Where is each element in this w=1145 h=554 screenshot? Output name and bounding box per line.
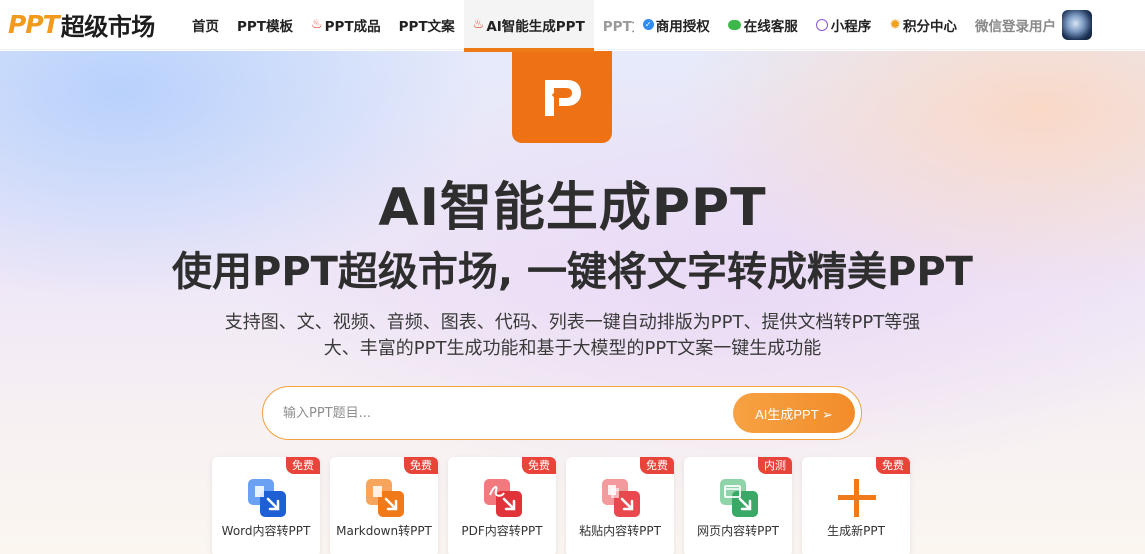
logo-cn-text: 超级市场 bbox=[60, 13, 156, 41]
nav-item-label: PPT文 bbox=[602, 18, 634, 35]
markdown-convert-icon bbox=[366, 479, 404, 517]
beta-badge: 内测 bbox=[758, 457, 792, 474]
nav-item-ppt-templates[interactable]: PPT模板 bbox=[228, 0, 302, 50]
top-nav: PPT 超级市场 首页 PPT模板 ♨ PPT成品 PPT文案 ♨ AI智能生成… bbox=[0, 0, 1145, 52]
site-logo[interactable]: PPT 超级市场 bbox=[8, 0, 183, 50]
shield-check-icon: ✓ bbox=[642, 19, 654, 30]
nav-item-label: 小程序 bbox=[830, 18, 872, 35]
fire-icon: ♨ bbox=[311, 17, 323, 32]
nav-item-ppt-products[interactable]: ♨ PPT成品 bbox=[302, 0, 390, 50]
feature-card-pdf[interactable]: 免费 PDF内容转PPT bbox=[448, 457, 556, 554]
feature-card-paste[interactable]: 免费 粘贴内容转PPT bbox=[566, 457, 674, 554]
word-convert-icon bbox=[248, 479, 286, 517]
nav-item-label: PPT模板 bbox=[237, 18, 293, 35]
feature-card-label: 粘贴内容转PPT bbox=[579, 524, 661, 538]
hero-title: AI智能生成PPT bbox=[378, 178, 767, 238]
nav-item-label: PPT成品 bbox=[324, 18, 381, 35]
feature-card-webpage[interactable]: 内测 网页内容转PPT bbox=[684, 457, 792, 554]
free-badge: 免费 bbox=[876, 457, 910, 474]
nav-item-home[interactable]: 首页 bbox=[183, 0, 228, 50]
free-badge: 免费 bbox=[640, 457, 674, 474]
feature-card-word[interactable]: 免费 Word内容转PPT bbox=[212, 457, 320, 554]
login-user-label[interactable]: 微信登录用户 bbox=[966, 15, 1060, 35]
nav-item-customer-service[interactable]: 在线客服 bbox=[719, 0, 807, 50]
user-avatar[interactable] bbox=[1062, 9, 1093, 40]
feature-card-new-ppt[interactable]: 免费 生成新PPT bbox=[802, 457, 910, 554]
nav-item-label: PPT文案 bbox=[398, 18, 455, 35]
logo-ppt-text: PPT bbox=[8, 10, 60, 39]
ai-generate-button[interactable]: AI生成PPT ➢ bbox=[733, 393, 855, 433]
hero-section: AI智能生成PPT 使用PPT超级市场, 一键将文字转成精美PPT 支持图、文、… bbox=[0, 51, 1145, 554]
nav-item-points-center[interactable]: ✹ 积分中心 bbox=[880, 0, 966, 50]
nav-item-label: 商用授权 bbox=[655, 18, 710, 35]
hero-description: 支持图、文、视频、音频、图表、代码、列表一键自动排版为PPT、提供文档转PPT等… bbox=[160, 310, 985, 362]
topic-search-box: AI生成PPT ➢ bbox=[262, 386, 862, 440]
paste-convert-icon bbox=[602, 479, 640, 517]
mini-program-icon bbox=[815, 18, 828, 31]
sun-icon: ✹ bbox=[889, 16, 902, 33]
webpage-convert-icon bbox=[720, 479, 758, 517]
feature-cards: 免费 Word内容转PPT 免费 Markdown转PPT 免费 PDF内容转P… bbox=[212, 457, 920, 554]
hero-description-line: 大、丰富的PPT生成功能和基于大模型的PPT文案一键生成功能 bbox=[323, 338, 822, 359]
nav-item-label: 首页 bbox=[192, 18, 219, 35]
feature-card-label: Markdown转PPT bbox=[336, 524, 432, 538]
nav-menu: 首页 PPT模板 ♨ PPT成品 PPT文案 ♨ AI智能生成PPT PPT文 … bbox=[183, 0, 1093, 52]
wechat-icon bbox=[727, 19, 741, 30]
nav-item-ppt-text-truncated[interactable]: PPT文 bbox=[594, 0, 634, 50]
feature-card-label: 网页内容转PPT bbox=[697, 524, 779, 538]
feature-card-markdown[interactable]: 免费 Markdown转PPT bbox=[330, 457, 438, 554]
pdf-convert-icon bbox=[484, 479, 522, 517]
plus-icon bbox=[838, 479, 876, 517]
feature-card-label: Word内容转PPT bbox=[221, 524, 311, 538]
nav-item-label: AI智能生成PPT bbox=[486, 18, 585, 35]
p-logo-icon bbox=[545, 80, 581, 116]
fire-icon: ♨ bbox=[472, 17, 485, 32]
nav-item-ai-generate[interactable]: ♨ AI智能生成PPT bbox=[463, 0, 594, 52]
free-badge: 免费 bbox=[404, 457, 438, 474]
feature-card-label: PDF内容转PPT bbox=[461, 524, 543, 538]
hero-description-line: 支持图、文、视频、音频、图表、代码、列表一键自动排版为PPT、提供文档转PPT等… bbox=[224, 312, 921, 333]
ppt-topic-input[interactable] bbox=[283, 405, 713, 421]
app-logo bbox=[512, 51, 612, 143]
nav-item-ppt-copy[interactable]: PPT文案 bbox=[390, 0, 464, 50]
feature-card-label: 生成新PPT bbox=[827, 524, 885, 538]
nav-item-license[interactable]: ✓ 商用授权 bbox=[634, 0, 719, 50]
free-badge: 免费 bbox=[286, 457, 320, 474]
free-badge: 免费 bbox=[522, 457, 556, 474]
nav-item-mini-program[interactable]: 小程序 bbox=[807, 0, 881, 50]
nav-item-label: 积分中心 bbox=[903, 18, 958, 35]
hero-subtitle: 使用PPT超级市场, 一键将文字转成精美PPT bbox=[172, 249, 973, 295]
nav-item-label: 在线客服 bbox=[743, 18, 798, 35]
